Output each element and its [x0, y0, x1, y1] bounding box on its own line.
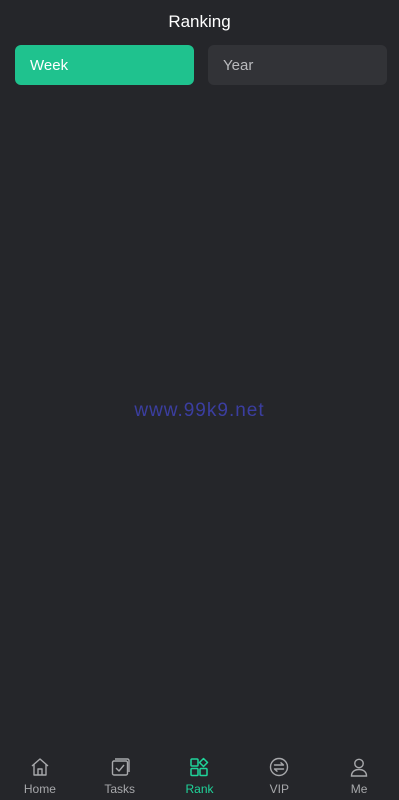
nav-item-home[interactable]: Home: [0, 750, 80, 800]
tab-year[interactable]: Year: [208, 45, 387, 85]
bottom-nav: Home Tasks Rank VIP Me: [0, 750, 399, 800]
rank-icon: [190, 757, 209, 777]
header: Ranking: [0, 0, 399, 44]
tab-year-label: Year: [223, 56, 254, 74]
tab-week[interactable]: Week: [15, 45, 194, 85]
nav-item-me[interactable]: Me: [319, 750, 399, 800]
nav-label-tasks: Tasks: [104, 782, 136, 796]
nav-label-rank: Rank: [185, 782, 214, 796]
profile-icon: [350, 758, 368, 777]
nav-label-home: Home: [23, 782, 56, 796]
vip-icon: [270, 757, 289, 777]
nav-item-tasks[interactable]: Tasks: [80, 750, 160, 800]
home-icon: [31, 758, 49, 776]
nav-item-vip[interactable]: VIP: [239, 750, 319, 800]
page-title: Ranking: [168, 12, 231, 31]
watermark-text: www.99k9.net: [134, 400, 265, 421]
tab-week-label: Week: [30, 56, 69, 74]
ranking-tabs: Week Year: [15, 45, 387, 85]
nav-item-rank[interactable]: Rank: [160, 750, 240, 800]
nav-label-me: Me: [350, 782, 368, 796]
tasks-icon: [111, 758, 130, 776]
nav-label-vip: VIP: [269, 782, 289, 796]
